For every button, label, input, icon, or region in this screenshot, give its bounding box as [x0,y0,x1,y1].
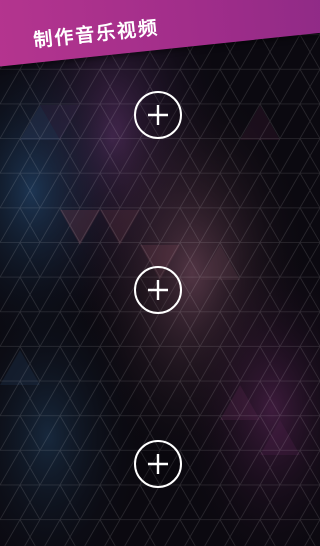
plus-icon [148,105,168,125]
music-video-screen: 制作音乐视频 [0,0,320,546]
add-clip-button-3[interactable] [134,440,182,488]
plus-icon [148,454,168,474]
add-clip-button-1[interactable] [134,91,182,139]
plus-icon [148,280,168,300]
add-clip-button-2[interactable] [134,266,182,314]
